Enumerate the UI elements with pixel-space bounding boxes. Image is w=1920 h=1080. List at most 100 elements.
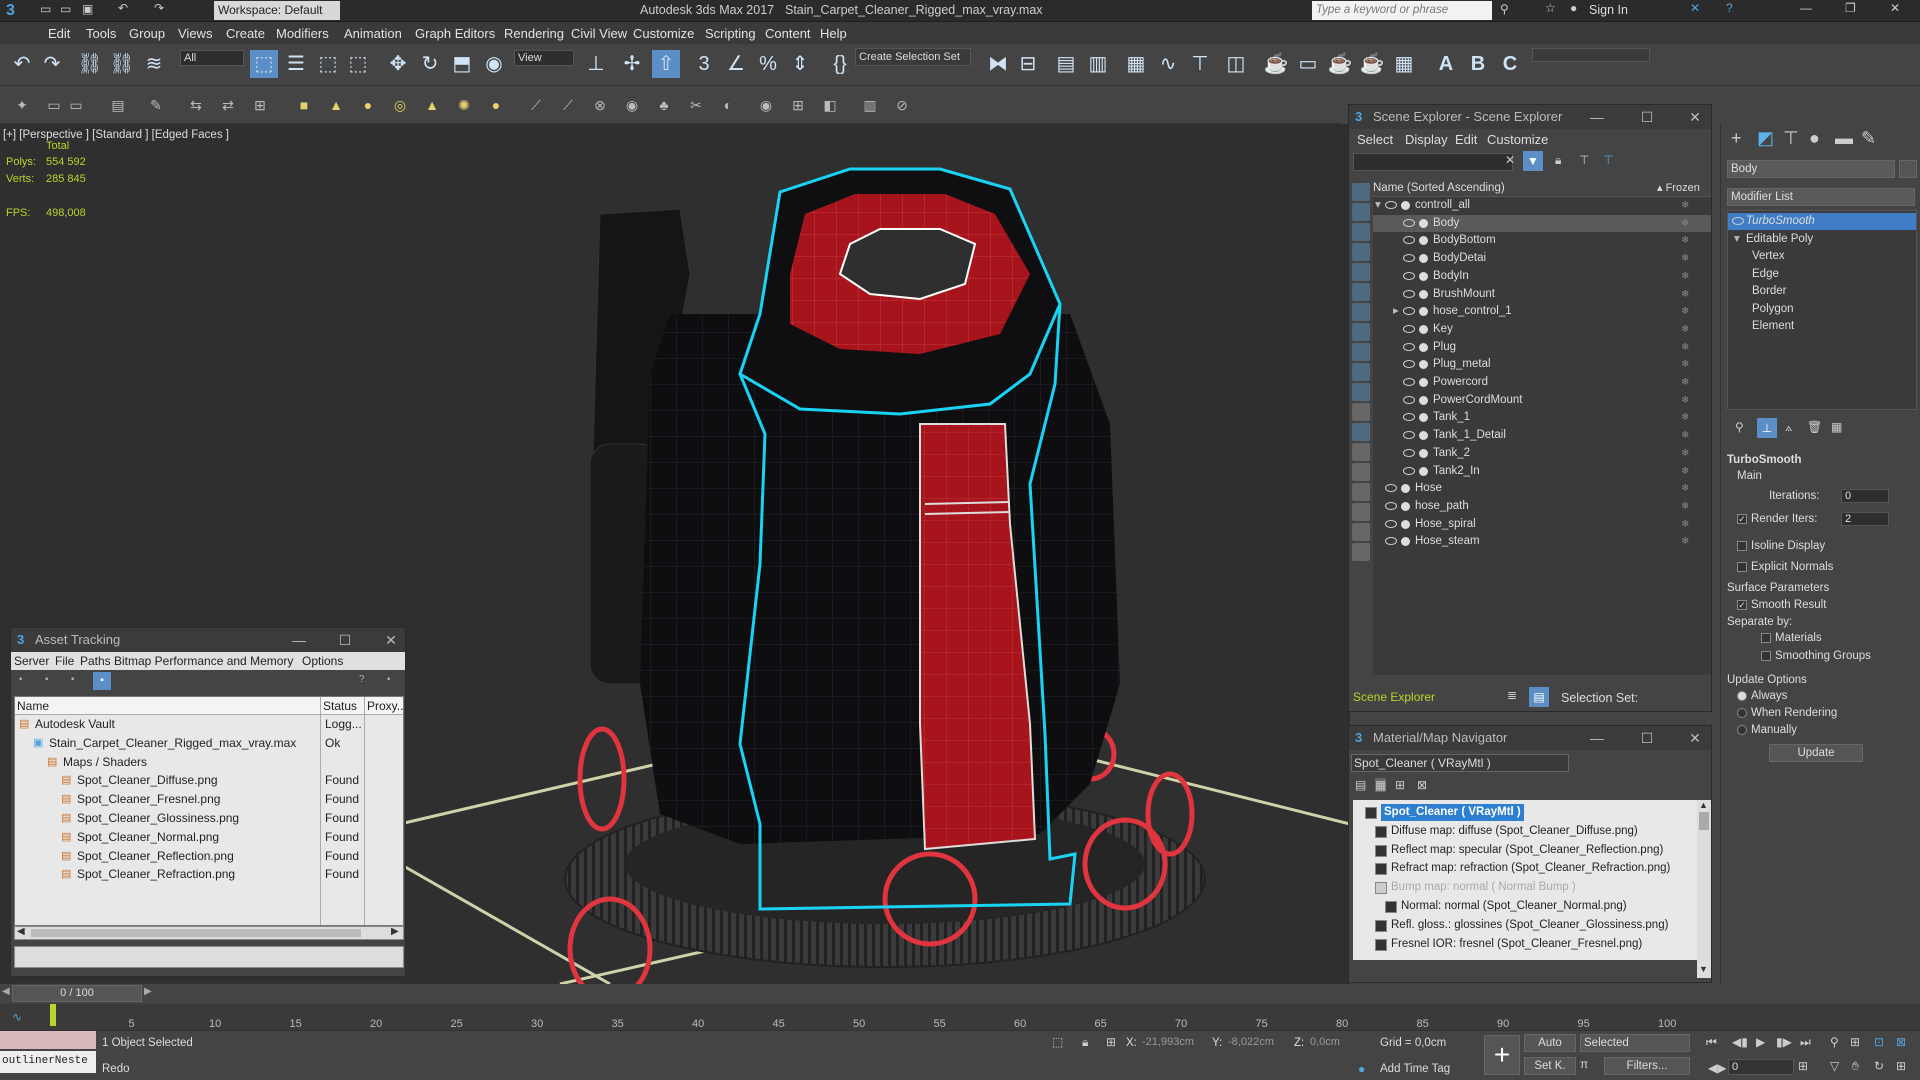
- sidebar-helpers-icon[interactable]: [1352, 283, 1370, 301]
- frozen-icon[interactable]: ❄: [1681, 250, 1689, 267]
- frozen-icon[interactable]: ❄: [1681, 445, 1689, 462]
- sidebar-cameras-icon[interactable]: [1352, 263, 1370, 281]
- search-input[interactable]: Type a keyword or phrase: [1312, 1, 1492, 20]
- material-map-item[interactable]: Refl. gloss.: glossines (Spot_Cleaner_Gl…: [1353, 917, 1693, 934]
- material-navigator-titlebar[interactable]: 3 Material/Map Navigator — ☐ ✕: [1349, 726, 1711, 750]
- col-proxy[interactable]: Proxy...: [367, 697, 407, 715]
- toolbar2-icon-14[interactable]: ✂: [686, 95, 706, 115]
- modifier-toggle-icon[interactable]: [1732, 217, 1744, 225]
- sphere-icon[interactable]: ●: [358, 95, 378, 115]
- render-setup-icon[interactable]: ☕: [1262, 50, 1290, 78]
- x-field[interactable]: -21,993cm: [1142, 1036, 1212, 1048]
- selection-set-icon[interactable]: ▤: [1529, 687, 1549, 707]
- scene-explorer-icon[interactable]: ▦: [1122, 50, 1150, 78]
- visibility-eye-icon[interactable]: [1403, 218, 1415, 227]
- smoothing-groups-check[interactable]: [1761, 650, 1771, 661]
- scene-item[interactable]: Plug_metal ❄: [1373, 356, 1711, 373]
- scene-item[interactable]: Tank_1_Detail ❄: [1373, 427, 1711, 444]
- always-radio-dot[interactable]: [1737, 690, 1747, 701]
- scene-item[interactable]: Plug ❄: [1373, 339, 1711, 356]
- zoom-extents-all-icon[interactable]: ⊠: [1896, 1035, 1906, 1049]
- menu-bitmap-performance[interactable]: Bitmap Performance and Memory: [114, 654, 293, 668]
- key-filter-dropdown[interactable]: Selected: [1580, 1034, 1690, 1052]
- curve-editor-mini-icon[interactable]: ∿: [12, 1010, 22, 1024]
- object-color-swatch[interactable]: [1899, 160, 1917, 178]
- selection-lock-icon[interactable]: 🔒︎: [1082, 1035, 1088, 1050]
- select-object-icon[interactable]: ⬚: [250, 50, 278, 78]
- asset-row-name[interactable]: Autodesk Vault: [35, 715, 115, 733]
- keyboard-shortcut-icon[interactable]: ⇧: [652, 50, 680, 78]
- key-filters-button[interactable]: Filters...: [1604, 1057, 1690, 1075]
- filter-icon[interactable]: ▼: [1523, 151, 1543, 171]
- sidebar-shapes-icon[interactable]: [1352, 223, 1370, 241]
- prev-key-icon[interactable]: ◀▮: [1732, 1035, 1748, 1049]
- asset-icon-1[interactable]: ▪: [19, 674, 23, 685]
- frozen-icon[interactable]: ❄: [1681, 321, 1689, 338]
- scene-item[interactable]: Hose_spiral ❄: [1373, 516, 1711, 533]
- visibility-eye-icon[interactable]: [1403, 413, 1415, 422]
- ribbon-icon[interactable]: ▥: [1084, 50, 1112, 78]
- align-icon[interactable]: ⊟: [1014, 50, 1042, 78]
- smoothing-groups-checkbox[interactable]: Smoothing Groups: [1761, 650, 1871, 662]
- schematic-view-icon[interactable]: ⊤: [1186, 50, 1214, 78]
- object-name-field[interactable]: Body: [1727, 160, 1895, 178]
- scene-item[interactable]: Tank_1 ❄: [1373, 409, 1711, 426]
- spinner-snap-icon[interactable]: ⇕: [786, 50, 814, 78]
- toolbar2-icon-5[interactable]: ✎: [146, 95, 166, 115]
- toolbar2-icon-10[interactable]: ⟋: [558, 95, 578, 115]
- materials-checkbox[interactable]: Materials: [1761, 632, 1822, 644]
- materials-check[interactable]: [1761, 632, 1771, 643]
- scene-search-input[interactable]: [1353, 153, 1513, 171]
- menu-help[interactable]: Help: [820, 26, 847, 41]
- menu-modifiers[interactable]: Modifiers: [276, 26, 329, 41]
- rollout-title[interactable]: TurboSmooth: [1727, 454, 1802, 466]
- mirror-icon[interactable]: ⧓: [984, 50, 1012, 78]
- explorer-dropdown[interactable]: Scene Explorer: [1351, 688, 1501, 706]
- asset-horizontal-scrollbar[interactable]: ◀ ▶: [14, 926, 404, 940]
- visibility-eye-icon[interactable]: [1385, 201, 1397, 209]
- material-editor-icon[interactable]: ◫: [1222, 50, 1250, 78]
- motion-tab-icon[interactable]: ●: [1809, 128, 1820, 149]
- sidebar-xrefs-icon[interactable]: [1352, 343, 1370, 361]
- edit-named-sets-icon[interactable]: {}: [826, 50, 854, 78]
- render-online-icon[interactable]: ▦: [1390, 50, 1418, 78]
- rectangular-selection-icon[interactable]: ⬚: [314, 50, 342, 78]
- material-scrollbar[interactable]: ▲ ▼: [1697, 800, 1711, 978]
- material-map-item[interactable]: Fresnel IOR: fresnel (Spot_Cleaner_Fresn…: [1353, 936, 1693, 953]
- frozen-icon[interactable]: ❄: [1681, 392, 1689, 409]
- star-icon[interactable]: ☆: [1545, 1, 1556, 15]
- isoline-display-checkbox[interactable]: Isoline Display: [1737, 540, 1825, 552]
- layer-explorer-icon[interactable]: ▤: [1052, 50, 1080, 78]
- pan-icon[interactable]: ✋︎: [1852, 1059, 1859, 1074]
- current-frame-marker[interactable]: [50, 1004, 56, 1026]
- sidebar-filter-icon[interactable]: [1352, 523, 1370, 541]
- render-iters-check[interactable]: ✓: [1737, 513, 1747, 524]
- menu-file[interactable]: File: [55, 654, 74, 668]
- frozen-icon[interactable]: ❄: [1681, 427, 1689, 444]
- sidebar-none-icon[interactable]: [1352, 463, 1370, 481]
- configure-sets-icon[interactable]: ▦: [1831, 420, 1842, 434]
- scene-item[interactable]: Tank2_In ❄: [1373, 463, 1711, 480]
- menu-animation[interactable]: Animation: [344, 26, 402, 41]
- modifier-stack-item[interactable]: Polygon: [1728, 301, 1916, 318]
- small-icons-view-icon[interactable]: ▦: [1375, 778, 1387, 792]
- maximize-icon[interactable]: ☐: [1635, 726, 1659, 750]
- modifier-stack-item[interactable]: Element: [1728, 318, 1916, 335]
- material-map-item[interactable]: Bump map: normal ( Normal Bump ): [1353, 879, 1693, 896]
- prev-frame-icon[interactable]: ◀: [2, 986, 10, 997]
- sidebar-config-icon[interactable]: [1352, 543, 1370, 561]
- named-selection-set-dropdown[interactable]: Create Selection Set: [855, 48, 971, 66]
- toolbar2-icon-19[interactable]: ▥: [860, 95, 880, 115]
- expand-arrow-icon[interactable]: ▾: [1734, 231, 1740, 248]
- menu-scripting[interactable]: Scripting: [705, 26, 756, 41]
- visibility-eye-icon[interactable]: [1403, 271, 1415, 280]
- visibility-eye-icon[interactable]: [1385, 519, 1397, 528]
- sidebar-find-icon[interactable]: [1352, 503, 1370, 521]
- close-icon[interactable]: ✕: [379, 628, 403, 652]
- layers-icon[interactable]: ≣: [1507, 688, 1517, 702]
- sidebar-invert-icon[interactable]: [1352, 483, 1370, 501]
- hierarchy2-icon[interactable]: ⊤: [1603, 153, 1613, 167]
- col-status[interactable]: Status: [323, 697, 357, 715]
- scroll-thumb[interactable]: [31, 929, 361, 937]
- menu-civil-view[interactable]: Civil View: [571, 26, 627, 41]
